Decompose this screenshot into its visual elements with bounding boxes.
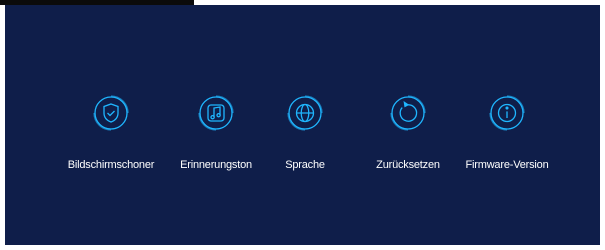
shield-check-icon [91, 93, 131, 133]
menu-item-label: Zurücksetzen [376, 159, 440, 171]
menu-item-label: Firmware-Version [465, 159, 549, 171]
menu-item-bildschirmschoner[interactable]: Bildschirmschoner [56, 93, 166, 183]
info-icon [487, 93, 527, 133]
menu-item-firmware-version[interactable]: Firmware-Version [452, 93, 562, 183]
menu-item-label: Erinnerungston [180, 159, 252, 171]
globe-icon [285, 93, 325, 133]
menu-item-label: Bildschirmschoner [67, 159, 155, 171]
reset-icon [388, 93, 428, 133]
settings-panel: Bildschirmschoner Erinnerungston Sprache… [5, 5, 600, 245]
menu-item-sprache[interactable]: Sprache [250, 93, 360, 183]
menu-item-label: Sprache [285, 159, 325, 171]
music-note-icon [196, 93, 236, 133]
menu-item-zuruecksetzen[interactable]: Zurücksetzen [353, 93, 463, 183]
settings-menu: Bildschirmschoner Erinnerungston Sprache… [5, 93, 600, 183]
